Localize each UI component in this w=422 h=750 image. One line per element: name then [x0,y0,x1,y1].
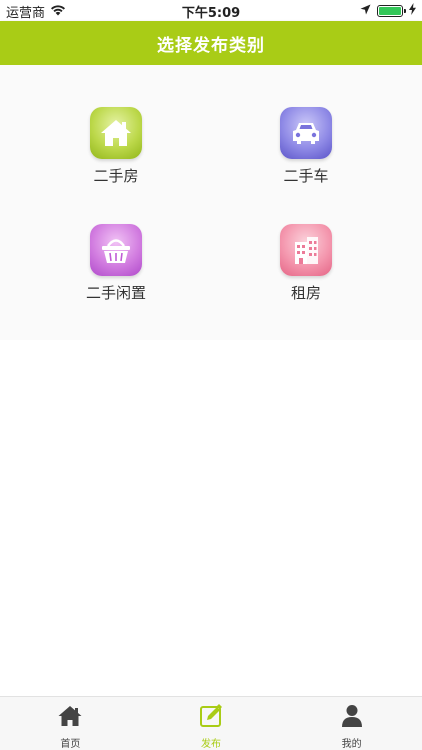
status-time: 下午5:09 [181,6,241,21]
building-icon [280,224,332,276]
charging-bolt-icon [409,3,416,19]
home-icon [57,703,83,733]
nav-bar: 选择发布类别 [0,21,422,65]
tab-label: 发布 [201,739,221,750]
category-rent-house[interactable]: 租房 [236,224,376,314]
user-icon [339,703,365,733]
status-right [360,3,416,19]
category-secondhand-car[interactable]: 二手车 [236,107,376,197]
category-label: 二手车 [283,167,329,185]
category-label: 租房 [290,284,321,302]
page-title: 选择发布类别 [157,35,265,56]
tab-home[interactable]: 首页 [0,697,141,750]
tab-mine[interactable]: 我的 [281,697,422,750]
category-secondhand-house[interactable]: 二手房 [46,107,186,197]
category-panel: 二手房 二手车 二手闲置 租房 [0,65,422,340]
tab-bar: 首页 发布 我的 [0,696,422,750]
battery-icon [377,5,406,17]
tab-label: 首页 [60,739,81,750]
edit-icon [198,703,224,733]
tab-publish[interactable]: 发布 [141,697,282,750]
category-label: 二手房 [93,167,139,185]
tab-label: 我的 [341,739,362,750]
house-icon [90,107,142,159]
category-secondhand-idle[interactable]: 二手闲置 [46,224,186,314]
category-label: 二手闲置 [85,284,146,302]
location-arrow-icon [360,4,371,19]
car-icon [280,107,332,159]
basket-icon [90,224,142,276]
status-bar: 运营商 下午5:09 [0,0,422,21]
battery-fill [379,7,401,15]
